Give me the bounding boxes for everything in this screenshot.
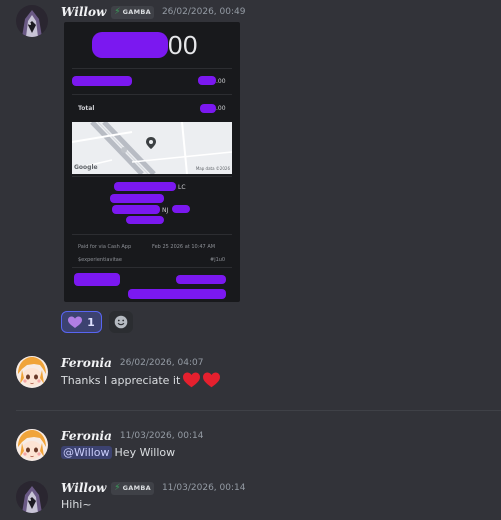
receipt-line-suffix: .00 — [216, 78, 226, 85]
message-header: Feronia 26/02/2026, 04:07 — [61, 355, 203, 371]
receipt-divider — [72, 234, 232, 235]
red-heart-icon — [203, 372, 221, 388]
receipt-divider — [72, 68, 232, 69]
message-text: Hey Willow — [114, 446, 176, 459]
redaction-mark — [198, 76, 216, 85]
purple-heart-icon — [68, 316, 83, 329]
receipt-paid-label: Paid for via Cash App — [78, 244, 132, 250]
author-name[interactable]: Willow — [61, 481, 106, 495]
redaction-mark — [172, 205, 190, 213]
redaction-mark — [74, 273, 120, 286]
redaction-mark — [126, 216, 164, 224]
message-text: Hihi~ — [61, 498, 92, 511]
redaction-mark — [72, 76, 132, 86]
message-content: Hihi~ — [61, 498, 92, 511]
message-header: Feronia 11/03/2026, 00:14 — [61, 428, 203, 444]
message-timestamp[interactable]: 26/02/2026, 00:49 — [162, 7, 246, 17]
redaction-mark — [112, 205, 160, 214]
willow-avatar[interactable] — [16, 481, 48, 513]
receipt-divider — [72, 94, 232, 95]
server-tag-label: GAMBA — [122, 8, 151, 16]
lightning-icon: ⚡ — [114, 7, 121, 17]
add-reaction-button[interactable] — [109, 311, 133, 333]
map-data-label: Map data ©2026 — [195, 166, 230, 171]
receipt-cashtag: $experientiavitae — [78, 257, 122, 263]
red-heart-icon — [183, 372, 201, 388]
receipt-state: NJ — [162, 207, 169, 214]
location-map[interactable]: Google Map data ©2026 — [72, 122, 232, 174]
message-header: Willow ⚡ GAMBA 26/02/2026, 00:49 — [61, 4, 245, 20]
receipt-paid-date: Feb 25 2026 at 10:47 AM — [152, 244, 216, 250]
receipt-total-label: Total — [78, 105, 95, 112]
message-header: Willow ⚡ GAMBA 11/03/2026, 00:14 — [61, 480, 245, 496]
author-name[interactable]: Willow — [61, 5, 106, 19]
reaction-count: 1 — [87, 315, 95, 329]
receipt-image[interactable]: 00 .00 Total .00 Google Map data ©2026 L… — [64, 22, 240, 302]
redaction-mark — [176, 275, 226, 284]
message-text: Thanks I appreciate it — [61, 373, 181, 387]
receipt-address-suffix: LC — [178, 184, 186, 191]
redaction-mark — [114, 182, 176, 191]
willow-avatar[interactable] — [16, 5, 48, 37]
map-credit-logo: Google — [74, 164, 98, 171]
receipt-total-suffix: .00 — [216, 105, 226, 112]
feronia-avatar[interactable] — [16, 429, 48, 461]
message-timestamp[interactable]: 26/02/2026, 04:07 — [120, 358, 204, 368]
message-timestamp[interactable]: 11/03/2026, 00:14 — [162, 483, 246, 493]
redaction-mark — [110, 194, 164, 203]
server-tag-label: GAMBA — [122, 484, 151, 492]
feronia-avatar[interactable] — [16, 356, 48, 388]
author-name[interactable]: Feronia — [61, 429, 112, 443]
message-content: Thanks I appreciate it — [61, 372, 221, 388]
date-divider — [16, 410, 501, 411]
add-reaction-icon — [114, 315, 128, 329]
redaction-mark — [200, 104, 216, 113]
server-tag[interactable]: ⚡ GAMBA — [111, 481, 154, 495]
receipt-reference: #j1u0 — [210, 257, 226, 263]
lightning-icon: ⚡ — [114, 483, 121, 493]
author-name[interactable]: Feronia — [61, 356, 112, 370]
reaction-purple-heart[interactable]: 1 — [61, 311, 102, 333]
receipt-divider — [72, 176, 232, 177]
receipt-amount-suffix: 00 — [168, 30, 198, 60]
redaction-mark — [128, 289, 226, 299]
user-mention[interactable]: @Willow — [61, 446, 112, 459]
server-tag[interactable]: ⚡ GAMBA — [111, 5, 154, 19]
map-pin-icon — [146, 134, 156, 153]
redaction-mark — [92, 32, 168, 58]
message-content: @Willow Hey Willow — [61, 446, 175, 459]
message-timestamp[interactable]: 11/03/2026, 00:14 — [120, 431, 204, 441]
receipt-divider — [72, 267, 232, 268]
